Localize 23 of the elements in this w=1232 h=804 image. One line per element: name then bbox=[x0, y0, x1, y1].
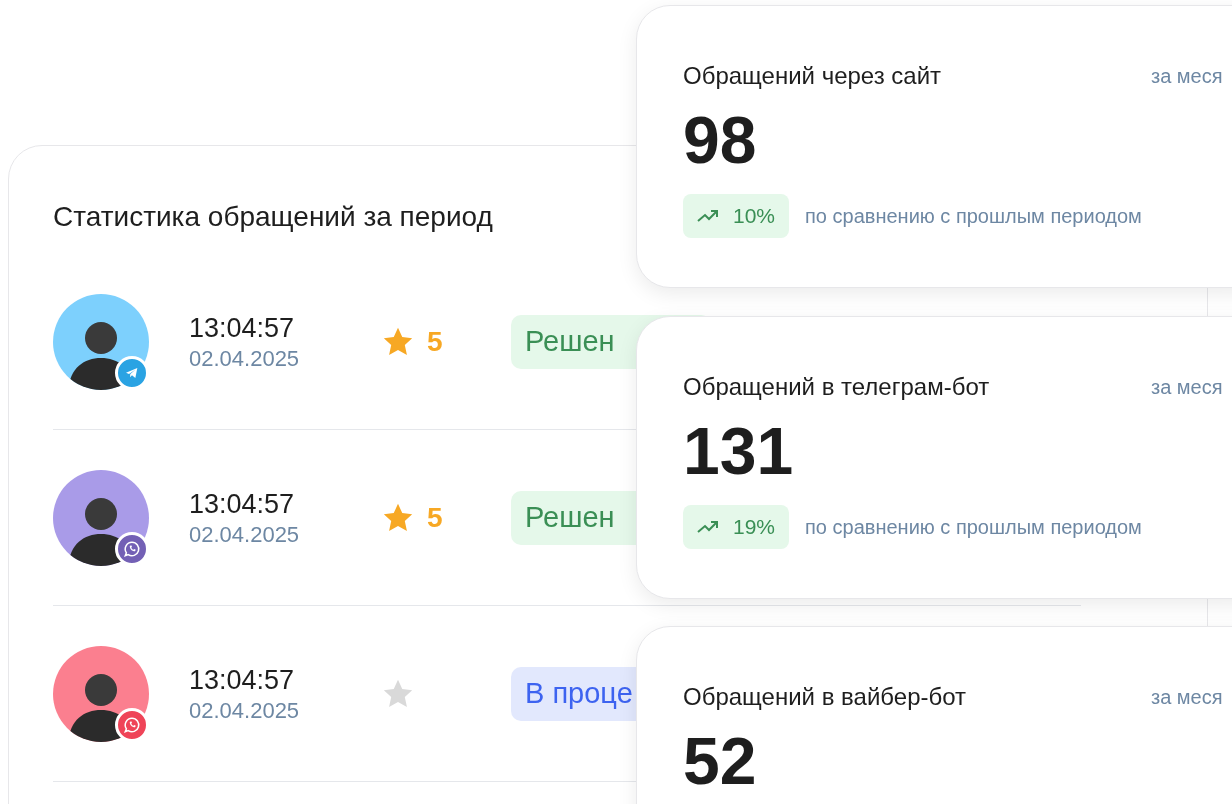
time: 13:04:57 bbox=[189, 311, 296, 345]
trend-up-icon bbox=[697, 520, 719, 534]
rating: 5 bbox=[427, 324, 443, 359]
date: 02.04.2025 bbox=[189, 696, 301, 725]
period-label: за меся bbox=[1151, 375, 1223, 400]
comparison-text: по сравнению с прошлым периодом bbox=[805, 515, 1142, 540]
stat-value: 98 bbox=[683, 102, 758, 179]
comparison-text: по сравнению с прошлым периодом bbox=[805, 204, 1142, 229]
period-label: за меся bbox=[1151, 64, 1223, 89]
stat-value: 52 bbox=[683, 723, 758, 800]
change-badge: 19% bbox=[683, 505, 790, 549]
change-badge: 10% bbox=[683, 194, 790, 238]
trend-up-icon bbox=[697, 209, 719, 223]
period-label: за меся bbox=[1151, 685, 1223, 710]
rating: 5 bbox=[427, 500, 443, 535]
panel-title: Статистика обращений за период bbox=[53, 200, 493, 234]
time: 13:04:57 bbox=[189, 663, 296, 697]
date: 02.04.2025 bbox=[189, 344, 301, 373]
stat-value: 131 bbox=[683, 413, 795, 490]
card-title: Обращений через сайт bbox=[683, 61, 943, 91]
card-title: Обращений в телеграм-бот bbox=[683, 372, 991, 402]
date: 02.04.2025 bbox=[189, 520, 301, 549]
time: 13:04:57 bbox=[189, 487, 296, 521]
